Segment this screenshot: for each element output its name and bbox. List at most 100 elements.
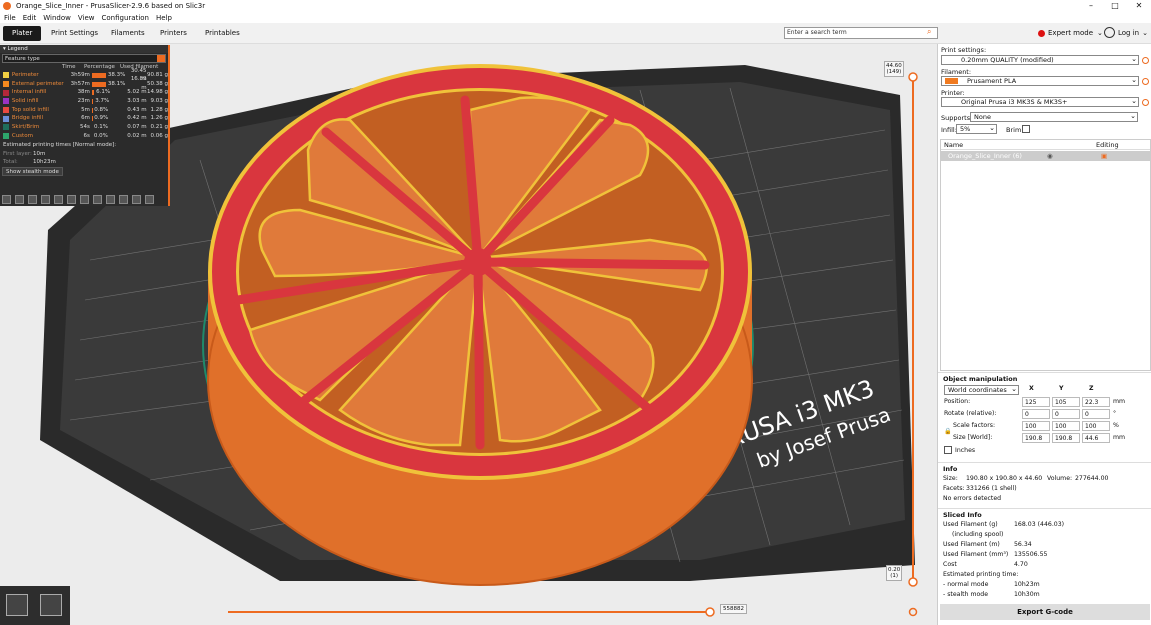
minimize-button[interactable]: – xyxy=(1079,0,1103,12)
coordinates-select[interactable]: World coordinates ⌄ xyxy=(944,385,1019,395)
size-x-input[interactable]: 190.8 xyxy=(1022,433,1050,443)
legend-percentage: 0.0% xyxy=(92,132,127,141)
print-settings-combo[interactable]: 0.20mm QUALITY (modified) ⌄ xyxy=(941,55,1139,65)
export-gcode-button[interactable]: Export G-code xyxy=(940,604,1150,620)
tab-printers[interactable]: Printers xyxy=(151,26,196,41)
sliced-info-row: Used Filament (m) 56.34 xyxy=(938,540,1151,550)
inches-checkbox[interactable] xyxy=(944,446,952,454)
position-z-input[interactable]: 22.3 xyxy=(1082,397,1110,407)
legend-feature-name: Internal infill xyxy=(11,89,47,96)
printer-combo[interactable]: Original Prusa i3 MK3S & MK3S+ ⌄ xyxy=(941,97,1139,107)
tool-changes-icon[interactable] xyxy=(67,195,76,204)
chevron-down-icon: ⌄ xyxy=(1130,112,1136,120)
legend-weight: 90.81 g xyxy=(147,72,169,78)
legend-color-swatch xyxy=(3,107,9,114)
wipe-icon[interactable] xyxy=(15,195,24,204)
edit-icon[interactable]: ▣ xyxy=(1101,151,1107,161)
search-icon[interactable]: ⌕ xyxy=(927,28,935,36)
maximize-button[interactable]: □ xyxy=(1103,0,1127,12)
tab-filaments[interactable]: Filaments xyxy=(102,26,154,41)
legend-weight: 14.98 g xyxy=(147,89,169,96)
seams-icon[interactable] xyxy=(54,195,63,204)
object-row[interactable]: Orange_Slice_Inner (6) ◉ ▣ xyxy=(941,151,1150,161)
legend-row[interactable]: Solid infill 23m 3.7% 3.03 m 9.03 g xyxy=(0,97,168,106)
object-list-header: Name Editing xyxy=(941,140,1150,150)
position-unit: mm xyxy=(1113,398,1126,405)
custom-gcode-icon[interactable] xyxy=(106,195,115,204)
supports-combo[interactable]: None ⌄ xyxy=(970,112,1138,122)
legend-row[interactable]: Custom 6s 0.0% 0.02 m 0.06 g xyxy=(0,132,168,141)
sliced-info-row: - normal mode 10h23m xyxy=(938,580,1151,590)
legend-row[interactable]: Top solid infill 5m 0.8% 0.43 m 1.28 g xyxy=(0,106,168,115)
brim-checkbox[interactable] xyxy=(1022,125,1030,133)
chevron-down-icon xyxy=(157,55,165,62)
legend-header[interactable]: ▾ Legend xyxy=(0,45,168,53)
scale-z-input[interactable]: 100 xyxy=(1082,421,1110,431)
sliced-info-key: Used Filament (m) xyxy=(943,541,1000,548)
center-of-gravity-icon[interactable] xyxy=(119,195,128,204)
legend-percentage: 0.1% xyxy=(91,123,127,132)
position-y-input[interactable]: 105 xyxy=(1052,397,1080,407)
printer-gear-icon[interactable] xyxy=(1142,99,1149,106)
legend-feature-name: Custom xyxy=(11,132,33,139)
scale-y-input[interactable]: 100 xyxy=(1052,421,1080,431)
color-changes-icon[interactable] xyxy=(80,195,89,204)
menu-window[interactable]: Window xyxy=(43,14,71,22)
deretractions-icon[interactable] xyxy=(41,195,50,204)
slider-top-label: 44.60 (149) xyxy=(884,61,904,77)
legend-row[interactable]: Internal infill 38m 6.1% 5.02 m 14.98 g xyxy=(0,88,168,97)
print-settings-gear-icon[interactable] xyxy=(1142,57,1149,64)
scale-label: Scale factors: xyxy=(953,422,996,429)
rotate-y-input[interactable]: 0 xyxy=(1052,409,1080,419)
menu-view[interactable]: View xyxy=(78,14,95,22)
menu-edit[interactable]: Edit xyxy=(23,14,37,22)
sliced-info-value: 10h23m xyxy=(1014,581,1040,588)
legend-time: 38m xyxy=(77,89,90,96)
shells-icon[interactable] xyxy=(132,195,141,204)
show-stealth-mode-button[interactable]: Show stealth mode xyxy=(2,166,63,176)
tab-plater[interactable]: Plater xyxy=(3,26,42,41)
tool-marker-icon[interactable] xyxy=(145,195,154,204)
legend-length: 0.42 m xyxy=(127,115,147,122)
tab-printables[interactable]: Printables xyxy=(196,26,249,41)
3d-view-icon[interactable] xyxy=(6,594,28,616)
prusaslicer-logo-icon xyxy=(3,2,11,10)
legend-percentage-text: 0.9% xyxy=(94,115,109,122)
filament-gear-icon[interactable] xyxy=(1142,78,1149,85)
legend-time: 3h59m xyxy=(70,72,90,78)
rotate-z-input[interactable]: 0 xyxy=(1082,409,1110,419)
infill-label: Infill: xyxy=(941,126,957,134)
position-x-input[interactable]: 125 xyxy=(1022,397,1050,407)
preview-layers-icon[interactable] xyxy=(40,594,62,616)
travel-icon[interactable] xyxy=(2,195,11,204)
retractions-icon[interactable] xyxy=(28,195,37,204)
size-y-input[interactable]: 190.8 xyxy=(1052,433,1080,443)
legend-row[interactable]: Bridge infill 6m 0.9% 0.42 m 1.26 g xyxy=(0,114,168,123)
rotate-x-input[interactable]: 0 xyxy=(1022,409,1050,419)
col-percentage: Percentage xyxy=(84,64,115,70)
menu-file[interactable]: File xyxy=(4,14,16,22)
pause-icon[interactable] xyxy=(93,195,102,204)
eye-icon[interactable]: ◉ xyxy=(1047,151,1053,161)
info-panel: Info Size: 190.80 x 190.80 x 44.60 Volum… xyxy=(938,462,1151,506)
info-errors: No errors detected xyxy=(943,495,1002,502)
legend-length: 0.07 m xyxy=(127,124,147,131)
tab-print-settings[interactable]: Print Settings xyxy=(42,26,107,41)
login-button[interactable]: Log in ⌄ xyxy=(1104,27,1148,38)
legend-feature-name: Solid infill xyxy=(11,98,39,105)
legend-row[interactable]: Skirt/Brim 54s 0.1% 0.07 m 0.21 g xyxy=(0,123,168,132)
view-type-select[interactable]: Feature type xyxy=(2,54,166,63)
infill-combo[interactable]: 5% ⌄ xyxy=(956,124,997,134)
mode-selector[interactable]: Expert mode ⌄ xyxy=(1038,29,1103,37)
lock-icon[interactable]: 🔒 xyxy=(944,427,952,435)
close-button[interactable]: ✕ xyxy=(1127,0,1151,12)
menu-help[interactable]: Help xyxy=(156,14,172,22)
legend-length: 5.02 m xyxy=(127,89,147,96)
size-z-input[interactable]: 44.6 xyxy=(1082,433,1110,443)
search-input[interactable]: Enter a search term ⌕ xyxy=(784,27,938,39)
scale-unit: % xyxy=(1113,422,1119,429)
legend-row[interactable]: External perimeter 3h57m 38.1% 16.89 m 50.38… xyxy=(0,76,168,91)
filament-combo[interactable]: Prusament PLA ⌄ xyxy=(941,76,1139,86)
menu-configuration[interactable]: Configuration xyxy=(102,14,149,22)
scale-x-input[interactable]: 100 xyxy=(1022,421,1050,431)
